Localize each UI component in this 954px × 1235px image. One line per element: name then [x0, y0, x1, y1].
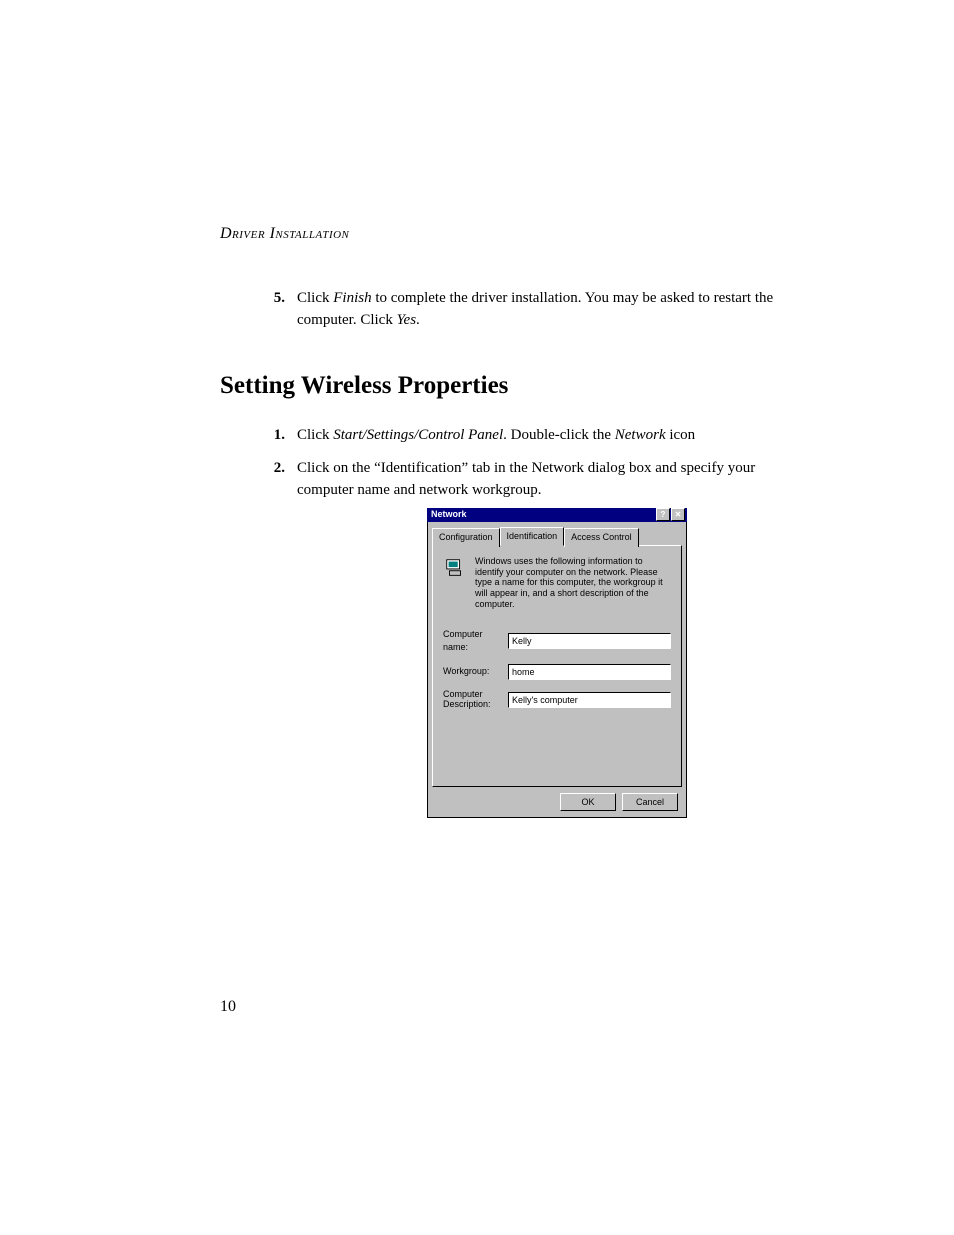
- page-number: 10: [220, 998, 236, 1016]
- input-workgroup[interactable]: [508, 664, 671, 680]
- step-2-number: 2.: [220, 458, 297, 818]
- path-em: Start/Settings/Control Panel: [333, 427, 503, 443]
- input-computer-name[interactable]: [508, 633, 671, 649]
- field-computer-name: Computer name:: [443, 628, 671, 654]
- t: icon: [666, 427, 696, 443]
- tab-configuration[interactable]: Configuration: [432, 528, 500, 547]
- dialog-titlebar: Network ? ✕: [427, 508, 687, 522]
- help-button[interactable]: ?: [656, 508, 670, 521]
- computer-icon: [443, 556, 467, 580]
- label-description: Computer Description:: [443, 690, 508, 710]
- tab-access-control[interactable]: Access Control: [564, 528, 639, 547]
- cancel-button[interactable]: Cancel: [622, 793, 678, 811]
- step-2-text: Click on the “Identification” tab in the…: [297, 458, 774, 818]
- info-text: Windows uses the following information t…: [475, 556, 671, 610]
- field-description: Computer Description:: [443, 690, 671, 710]
- heading-setting-wireless: Setting Wireless Properties: [220, 372, 774, 400]
- step-1-number: 1.: [220, 425, 297, 447]
- close-button[interactable]: ✕: [671, 508, 685, 521]
- step-5: 5. Click Finish to complete the driver i…: [220, 288, 774, 332]
- t: .: [416, 312, 420, 328]
- dialog-title: Network: [429, 508, 655, 521]
- label-computer-name: Computer name:: [443, 628, 508, 654]
- step-2-body: Click on the “Identification” tab in the…: [297, 460, 755, 498]
- dialog-button-row: OK Cancel: [432, 787, 682, 811]
- network-dialog: Network ? ✕ Configuration Identification…: [427, 508, 687, 818]
- network-em: Network: [615, 427, 666, 443]
- ok-button[interactable]: OK: [560, 793, 616, 811]
- step-2: 2. Click on the “Identification” tab in …: [220, 458, 774, 818]
- step-1-text: Click Start/Settings/Control Panel. Doub…: [297, 425, 774, 447]
- finish-em: Finish: [333, 290, 371, 306]
- section-header: Driver Installation: [220, 225, 774, 243]
- tab-panel: Windows uses the following information t…: [432, 545, 682, 787]
- input-description[interactable]: [508, 692, 671, 708]
- field-workgroup: Workgroup:: [443, 664, 671, 680]
- tabstrip: Configuration Identification Access Cont…: [432, 527, 682, 546]
- dialog-body: Configuration Identification Access Cont…: [427, 522, 687, 818]
- step-1: 1. Click Start/Settings/Control Panel. D…: [220, 425, 774, 447]
- yes-em: Yes: [397, 312, 416, 328]
- info-row: Windows uses the following information t…: [443, 556, 671, 610]
- label-workgroup: Workgroup:: [443, 665, 508, 678]
- step-5-number: 5.: [220, 288, 297, 332]
- tab-identification[interactable]: Identification: [500, 527, 565, 546]
- t: Click: [297, 427, 333, 443]
- step-5-text: Click Finish to complete the driver inst…: [297, 288, 774, 332]
- t: Click: [297, 290, 333, 306]
- t: . Double-click the: [503, 427, 615, 443]
